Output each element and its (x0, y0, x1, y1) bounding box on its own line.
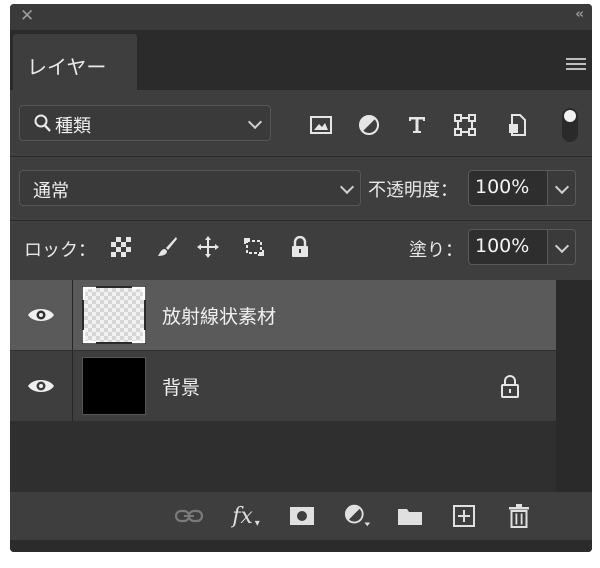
chevron-down-icon (554, 238, 570, 254)
lock-image-pixels-icon[interactable] (155, 235, 179, 259)
opacity-label: 不透明度： (368, 180, 458, 201)
layer-filter-select[interactable]: 種類 (19, 105, 271, 141)
link-layers-icon[interactable] (175, 504, 203, 528)
layer-name[interactable]: 背景 (162, 373, 200, 400)
lock-transparent-pixels-icon[interactable] (109, 235, 133, 259)
panel-menu-icon[interactable] (566, 58, 586, 70)
fx-icon[interactable]: fx ▾ (232, 503, 260, 529)
add-mask-icon[interactable] (288, 504, 316, 528)
tab-bar: レイヤー (10, 30, 592, 90)
close-icon[interactable]: ✕ (20, 6, 34, 26)
scrollbar[interactable] (556, 280, 592, 492)
fx-label: fx (232, 503, 253, 529)
eye-icon[interactable] (26, 304, 56, 326)
image-filter-icon[interactable] (309, 114, 333, 136)
layer-row[interactable]: 放射線状素材 (10, 280, 556, 350)
tab-layers[interactable]: レイヤー (13, 34, 137, 90)
lock-icon[interactable] (500, 374, 520, 398)
lock-position-icon[interactable] (196, 235, 220, 259)
lock-all-icon[interactable] (288, 235, 312, 259)
opacity-value: 100% (475, 176, 530, 198)
new-fill-adjustment-icon[interactable] (344, 504, 372, 528)
chevron-down-icon (554, 179, 570, 195)
new-group-icon[interactable] (396, 504, 424, 528)
eye-icon[interactable] (26, 375, 56, 397)
panel-body: 種類 通常 不透明度： 100% ロック： 塗り： 100% 放射線状素材 背景… (10, 90, 592, 552)
layer-list: 放射線状素材 背景 (10, 280, 592, 492)
panel-titlebar: ✕ ‹‹ (10, 4, 592, 30)
new-layer-icon[interactable] (450, 504, 478, 528)
layer-thumbnail (82, 357, 146, 415)
chevron-down-icon (339, 179, 355, 195)
fill-value: 100% (475, 235, 530, 257)
panel-footer: fx ▾ (10, 492, 592, 540)
delete-layer-icon[interactable] (505, 504, 533, 528)
layers-panel: ✕ ‹‹ レイヤー 種類 通常 不透明度： 100% ロック： 塗り： 100%… (10, 4, 592, 552)
layer-row[interactable]: 背景 (10, 351, 556, 421)
filter-toggle[interactable] (562, 108, 578, 142)
blend-mode-value: 通常 (33, 181, 69, 202)
lock-artboard-icon[interactable] (242, 235, 266, 259)
fill-label: 塗り： (409, 240, 463, 261)
smart-object-filter-icon[interactable] (505, 114, 529, 136)
fill-field[interactable]: 100% (468, 229, 548, 265)
layer-thumbnail (82, 286, 146, 344)
fill-dropdown-button[interactable] (548, 229, 576, 265)
tab-layers-label: レイヤー (27, 55, 107, 79)
shape-filter-icon[interactable] (453, 114, 477, 136)
layer-name[interactable]: 放射線状素材 (162, 302, 276, 329)
opacity-dropdown-button[interactable] (548, 170, 576, 206)
opacity-field[interactable]: 100% (468, 170, 548, 206)
layer-filter-label: 種類 (55, 116, 91, 137)
type-filter-icon[interactable] (405, 114, 429, 136)
lock-label: ロック： (24, 240, 96, 261)
double-chevron-left-icon[interactable]: ‹‹ (575, 7, 584, 22)
chevron-down-icon (247, 114, 263, 130)
search-icon (34, 114, 51, 132)
blend-mode-select[interactable]: 通常 (19, 170, 361, 206)
adjustment-filter-icon[interactable] (357, 114, 381, 136)
panel-bottom-edge (10, 540, 592, 552)
